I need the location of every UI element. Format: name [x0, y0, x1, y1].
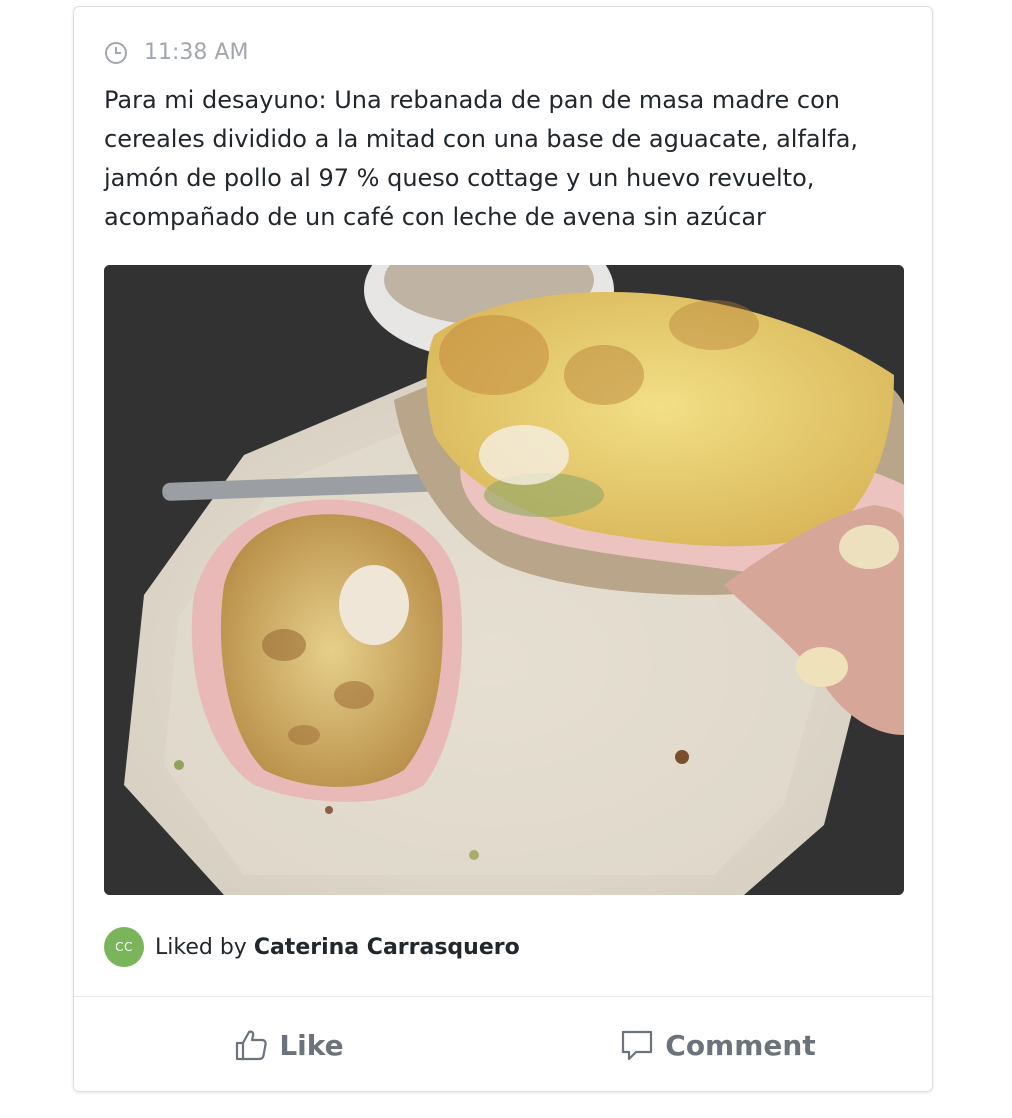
- liked-by-row: CC Liked by Caterina Carrasquero: [104, 927, 520, 967]
- clock-icon: [104, 41, 128, 65]
- like-button[interactable]: Like: [74, 997, 503, 1091]
- speech-bubble-icon: [619, 1027, 655, 1063]
- post-timestamp: 11:38 AM: [104, 40, 248, 65]
- thumbs-up-icon: [233, 1027, 269, 1063]
- liked-by-name[interactable]: Caterina Carrasquero: [254, 935, 520, 960]
- comment-button[interactable]: Comment: [503, 997, 932, 1091]
- avatar[interactable]: CC: [104, 927, 144, 967]
- post-card: 11:38 AM Para mi desayuno: Una rebanada …: [73, 6, 933, 1092]
- post-actions: Like Comment: [74, 997, 932, 1091]
- timestamp-text: 11:38 AM: [144, 40, 249, 65]
- liked-by-prefix: Liked by: [155, 934, 247, 960]
- like-label: Like: [279, 1028, 344, 1062]
- post-text: Para mi desayuno: Una rebanada de pan de…: [104, 86, 859, 231]
- comment-label: Comment: [665, 1028, 816, 1062]
- post-photo[interactable]: [104, 265, 904, 895]
